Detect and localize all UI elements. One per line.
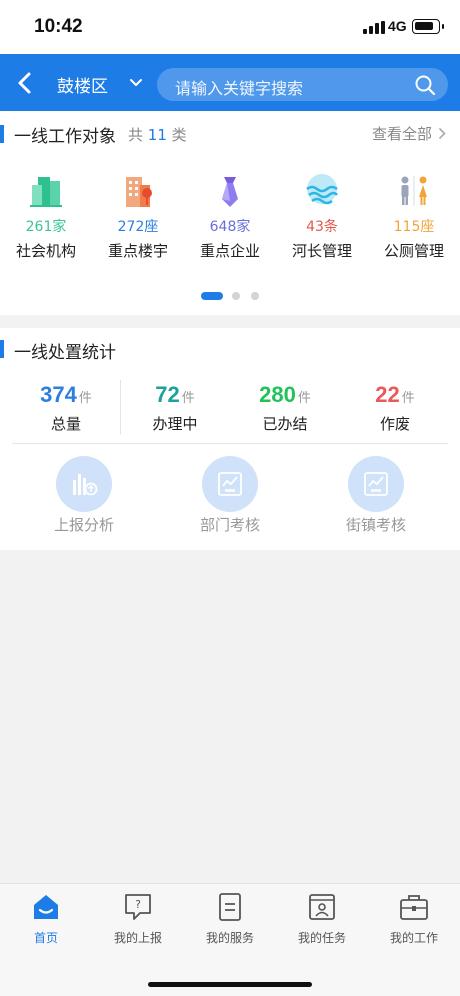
river-chief-waves-icon [306, 174, 338, 205]
function-label: 部门考核 [199, 516, 260, 534]
bottom-tab-bar: 首页 ? 我的上报 我的服务 我的任务 我的工作 [0, 883, 460, 996]
key-enterprise-necktie-icon [222, 177, 238, 207]
back-arrow-icon[interactable] [14, 70, 38, 96]
disposal-stats-card: 一线处置统计 374 件 总量 72 件 办理中 280 件 已办结 22 件 作废 上… [0, 328, 460, 550]
work-object-social-org[interactable]: 261家 社会机构 [0, 171, 92, 261]
tab-label: 首页 [33, 931, 58, 945]
tab-label: 我的服务 [205, 931, 254, 945]
divider-line [12, 443, 448, 444]
work-objects-count: 共 11 类 [128, 126, 187, 144]
home-indicator [148, 982, 312, 987]
battery-icon [412, 19, 444, 34]
stat-value: 22 [375, 382, 400, 407]
tab-label: 我的任务 [297, 931, 346, 945]
function-label: 上报分析 [53, 516, 114, 534]
my-task-icon [309, 894, 335, 920]
stat-in-progress[interactable]: 72 件 办理中 [120, 382, 230, 434]
public-toilet-icon [401, 176, 427, 206]
stat-unit: 件 [401, 391, 415, 406]
status-time: 10:42 [34, 16, 83, 37]
my-report-icon: ? [125, 894, 151, 920]
social-org-building-icon [30, 177, 62, 207]
work-objects-card: 一线工作对象 共 11 类 查看全部 261家 社会机构 272座 重点楼宇 6… [0, 111, 460, 315]
view-all-label: 查看全部 [371, 125, 432, 143]
carousel-page-indicator [0, 291, 460, 301]
stat-unit: 件 [297, 391, 311, 406]
carousel-dot[interactable] [201, 292, 223, 300]
search-input[interactable]: 请输入关键字搜索 [157, 68, 448, 101]
carousel-dot[interactable] [232, 292, 240, 300]
street-assessment-icon [364, 472, 388, 496]
home-icon [34, 895, 58, 919]
section-accent-bar [0, 340, 4, 358]
work-object-count: 43条 [306, 219, 338, 235]
tab-label: 我的工作 [389, 931, 438, 945]
stat-unit: 件 [78, 391, 92, 406]
network-type: 4G [388, 18, 407, 34]
stat-label: 作废 [379, 415, 410, 433]
chevron-down-icon[interactable] [128, 76, 144, 90]
tab-my-work[interactable]: 我的工作 [368, 892, 460, 946]
department-assessment-icon [218, 472, 242, 496]
report-analysis-chart-icon [73, 474, 98, 496]
top-nav-bar: 鼓楼区 请输入关键字搜索 [0, 54, 460, 111]
stat-value: 374 [40, 382, 77, 407]
work-object-count: 272座 [117, 219, 159, 235]
status-bar: 10:42 4G [0, 0, 460, 54]
signal-icon [363, 21, 385, 34]
stat-value: 72 [155, 382, 180, 407]
work-object-label: 重点楼宇 [107, 242, 168, 260]
tab-my-service[interactable]: 我的服务 [184, 892, 276, 946]
work-object-label: 社会机构 [15, 242, 76, 260]
work-object-count: 115座 [393, 219, 435, 235]
svg-text:?: ? [135, 898, 141, 911]
work-object-public-toilet[interactable]: 115座 公厕管理 [368, 171, 460, 261]
carousel-dot[interactable] [251, 292, 259, 300]
key-building-icon [126, 177, 152, 207]
work-object-count: 648家 [209, 219, 251, 235]
tab-my-report[interactable]: ? 我的上报 [92, 892, 184, 946]
view-all-link[interactable]: 查看全部 [372, 123, 446, 144]
my-work-briefcase-icon [400, 895, 428, 920]
work-object-label: 公厕管理 [383, 242, 444, 260]
stat-completed[interactable]: 280 件 已办结 [230, 382, 340, 434]
tab-my-task[interactable]: 我的任务 [276, 892, 368, 946]
work-object-key-building[interactable]: 272座 重点楼宇 [92, 171, 184, 261]
tab-label: 我的上报 [113, 931, 162, 945]
stat-label: 已办结 [262, 415, 308, 433]
stat-unit: 件 [181, 391, 195, 406]
stat-value: 280 [259, 382, 296, 407]
stat-label: 办理中 [152, 415, 198, 433]
stat-total[interactable]: 374 件 总量 [11, 382, 121, 434]
work-object-count: 261家 [25, 219, 67, 235]
chevron-right-icon [438, 127, 446, 140]
work-object-key-enterprise[interactable]: 648家 重点企业 [184, 171, 276, 261]
report-analysis-button[interactable]: 上报分析 [34, 456, 134, 535]
street-assessment-button[interactable]: 街镇考核 [326, 456, 426, 535]
work-object-label: 重点企业 [199, 242, 260, 260]
tab-home[interactable]: 首页 [0, 892, 92, 946]
stat-voided[interactable]: 22 件 作废 [340, 382, 450, 434]
my-service-icon [219, 893, 241, 921]
section-accent-bar [0, 125, 4, 143]
disposal-stats-title: 一线处置统计 [14, 343, 116, 363]
district-selector[interactable]: 鼓楼区 [57, 72, 108, 97]
work-objects-title: 一线工作对象 [14, 127, 116, 147]
search-placeholder: 请输入关键字搜索 [175, 79, 304, 98]
department-assessment-button[interactable]: 部门考核 [180, 456, 280, 535]
work-object-river-chief[interactable]: 43条 河长管理 [276, 171, 368, 261]
stat-label: 总量 [50, 415, 81, 433]
search-icon[interactable] [414, 74, 436, 96]
function-label: 街镇考核 [345, 516, 406, 534]
work-object-label: 河长管理 [291, 242, 352, 260]
